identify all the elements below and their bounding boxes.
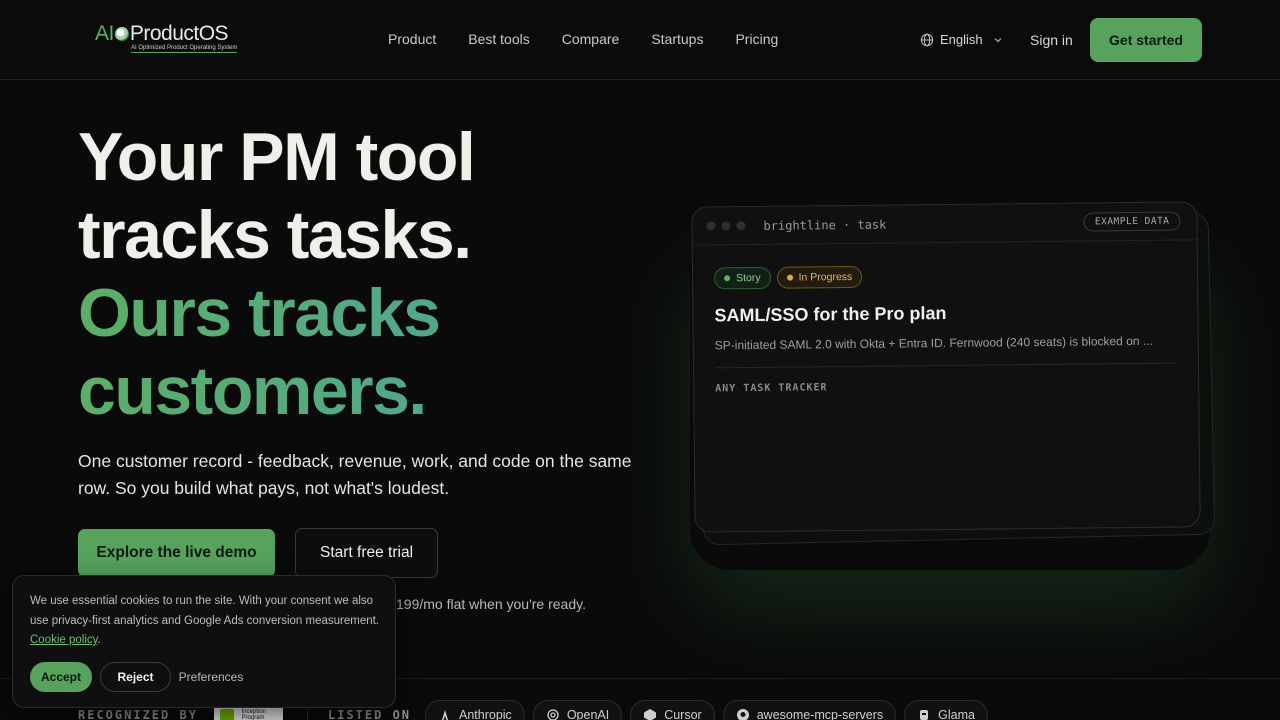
logo-wordmark: AI ProductOS: [95, 22, 229, 46]
hero-title: Your PM tool tracks tasks. Ours tracks c…: [78, 118, 678, 430]
listing-awesome-mcp-servers[interactable]: awesome-mcp-servers: [722, 700, 897, 720]
card-title: SAML/SSO for the Pro plan: [714, 302, 947, 326]
listing-label: Glama: [938, 708, 975, 720]
logo-globe-icon: [114, 27, 129, 41]
listing-glama[interactable]: Glama: [904, 700, 988, 720]
start-trial-button[interactable]: Start free trial: [295, 528, 438, 578]
example-task-card: brightline · task EXAMPLE DATA Story In …: [691, 201, 1201, 533]
cookie-preferences-button[interactable]: Preferences: [171, 662, 251, 692]
listing-openai[interactable]: OpenAI: [532, 700, 623, 720]
listing-cursor[interactable]: Cursor: [630, 700, 715, 720]
story-chip-label: Story: [735, 271, 761, 285]
listed-on-label: LISTED ON: [328, 708, 412, 720]
language-selector[interactable]: English: [920, 32, 1003, 47]
github-icon: [736, 709, 749, 720]
cookie-policy-link[interactable]: Cookie policy: [30, 634, 98, 646]
globe-icon: [920, 33, 934, 46]
example-data-badge: EXAMPLE DATA: [1083, 211, 1181, 232]
listing-pills: Anthropic OpenAI Cursor awesome-mcp-serv…: [425, 700, 988, 720]
cookie-banner: We use essential cookies to run the site…: [12, 575, 396, 708]
logo-tagline: AI Optimized Product Operating System: [131, 45, 238, 53]
status-chip-label: In Progress: [798, 270, 853, 284]
anthropic-icon: [442, 710, 448, 720]
hero-title-line-2: tracks tasks.: [78, 197, 472, 273]
story-dot-icon: [724, 275, 731, 282]
hero-subtitle: One customer record - feedback, revenue,…: [78, 451, 632, 498]
language-label: English: [940, 32, 983, 47]
hero-title-line-3: Ours tracks: [78, 274, 678, 352]
openai-icon: [547, 709, 559, 720]
story-chip: Story: [713, 266, 771, 290]
window-dot: [736, 221, 746, 231]
cookie-reject-button[interactable]: Reject: [100, 662, 171, 692]
nav-best-tools[interactable]: Best tools: [468, 31, 529, 47]
nvidia-badge-text: Inception Program: [241, 709, 266, 720]
nav-pricing[interactable]: Pricing: [735, 31, 778, 47]
glama-icon: [920, 710, 929, 720]
logo-name-text: ProductOS: [129, 22, 229, 45]
cookie-accept-button[interactable]: Accept: [30, 662, 92, 692]
card-description: SP-initiated SAML 2.0 with Okta + Entra …: [714, 333, 1153, 353]
listing-label: Cursor: [664, 708, 702, 720]
status-chip: In Progress: [776, 265, 863, 289]
listing-anthropic[interactable]: Anthropic: [425, 700, 525, 720]
cookie-message: We use essential cookies to run the site…: [30, 595, 379, 627]
cookie-text: We use essential cookies to run the site…: [30, 595, 379, 646]
listing-label: Anthropic: [459, 708, 512, 720]
nav-product[interactable]: Product: [388, 31, 436, 47]
logo[interactable]: AI ProductOS AI Optimized Product Operati…: [95, 20, 245, 56]
hero-title-line-1: Your PM tool: [78, 119, 476, 195]
logo-ai-text: AI: [95, 22, 114, 45]
listing-label: OpenAI: [566, 708, 610, 720]
cursor-icon: [644, 709, 657, 720]
card-path: brightline · task: [763, 217, 887, 233]
card-footer-label: ANY TASK TRACKER: [715, 382, 828, 395]
nav-startups[interactable]: Startups: [651, 31, 703, 47]
status-dot-icon: [786, 274, 793, 281]
card-chips: Story In Progress: [713, 265, 863, 290]
explore-demo-button[interactable]: Explore the live demo: [78, 529, 275, 577]
card-divider: [714, 362, 1177, 369]
chevron-down-icon: [994, 37, 1002, 42]
recognized-by-label: RECOGNIZED BY: [78, 708, 198, 720]
window-dot: [706, 221, 716, 231]
window-dot: [721, 221, 731, 231]
nvidia-logo-icon: [220, 709, 234, 720]
listing-label: awesome-mcp-servers: [756, 708, 884, 720]
site-header: AI ProductOS AI Optimized Product Operati…: [0, 0, 1280, 80]
card-titlebar: brightline · task EXAMPLE DATA: [692, 202, 1197, 246]
main-nav: Product Best tools Compare Startups Pric…: [388, 31, 810, 47]
pricing-note: 199/mo flat when you're ready.: [396, 596, 586, 612]
sign-in-link[interactable]: Sign in: [1030, 32, 1073, 48]
hero-title-line-4: customers.: [78, 352, 678, 430]
nav-compare[interactable]: Compare: [562, 31, 620, 47]
get-started-button[interactable]: Get started: [1090, 18, 1202, 62]
